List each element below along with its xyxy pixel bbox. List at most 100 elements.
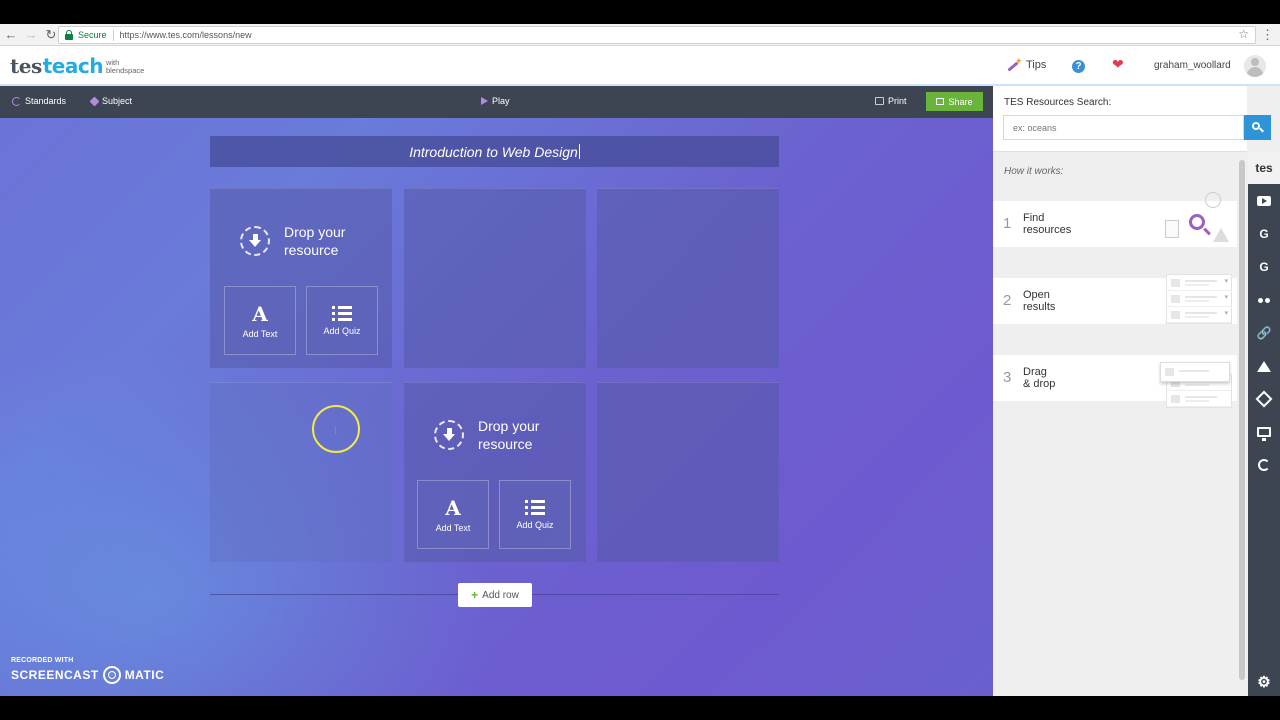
link-icon[interactable]: 🔗 xyxy=(1248,317,1280,349)
browser-toolbar: ← → ↻ Secure https://www.tes.com/lessons… xyxy=(0,24,1280,46)
address-bar[interactable]: Secure https://www.tes.com/lessons/new ☆ xyxy=(58,26,1256,44)
url-text[interactable]: https://www.tes.com/lessons/new xyxy=(120,30,252,40)
watermark-screencast: SCREENCAST xyxy=(11,668,99,682)
bookmark-star-icon[interactable]: ☆ xyxy=(1238,27,1249,41)
lesson-editor: Standards Subject Play Print Share Intro… xyxy=(0,86,993,696)
print-button[interactable]: Print xyxy=(875,96,907,106)
resources-panel: TES Resources Search: How it works: 1 Fi… xyxy=(993,86,1280,696)
subject-button[interactable]: Subject xyxy=(89,96,133,106)
step-text: Find resources xyxy=(1023,212,1072,236)
youtube-icon[interactable] xyxy=(1248,185,1280,217)
avatar[interactable] xyxy=(1244,55,1266,77)
source-icon-rail: tes G G 🔗 ⚙ xyxy=(1248,152,1280,696)
logo-with-blendspace: with blendspace xyxy=(106,59,144,75)
share-icon xyxy=(936,98,945,105)
clever-icon[interactable] xyxy=(1248,449,1280,481)
text-a-icon: A xyxy=(445,495,461,520)
print-label: Print xyxy=(888,96,907,106)
panel-scrollbar-thumb[interactable] xyxy=(1239,160,1245,680)
download-arrow-icon xyxy=(240,226,270,256)
plus-icon: + xyxy=(471,588,479,602)
gear-icon[interactable]: ⚙ xyxy=(1248,666,1280,698)
forward-arrow-icon[interactable]: → xyxy=(22,26,40,44)
app-header: tes teach with blendspace ✦ Tips ? ❤ grah… xyxy=(0,46,1280,86)
standards-icon xyxy=(12,96,21,106)
tile-4[interactable] xyxy=(210,382,392,562)
heart-icon[interactable]: ❤ xyxy=(1112,56,1124,73)
tile-6[interactable] xyxy=(597,382,779,562)
url-separator xyxy=(112,29,114,41)
lesson-title-field[interactable]: Introduction to Web Design xyxy=(210,136,779,167)
magic-wand-icon: ✦ xyxy=(1005,56,1023,72)
tips-link[interactable]: ✦ Tips xyxy=(1005,56,1046,72)
step-text: Open results xyxy=(1023,289,1056,313)
step-text: Drag & drop xyxy=(1023,366,1056,390)
flickr-icon[interactable] xyxy=(1248,284,1280,316)
add-quiz-button[interactable]: Add Quiz xyxy=(499,480,571,549)
share-button[interactable]: Share xyxy=(926,92,983,111)
browser-menu-icon[interactable]: ⋮ xyxy=(1261,27,1274,43)
tes-teach-logo[interactable]: tes teach with blendspace xyxy=(10,54,144,78)
add-text-label: Add Text xyxy=(242,328,278,339)
drop-zone[interactable]: Drop your resource xyxy=(240,223,374,259)
screencast-logo-icon xyxy=(102,666,121,684)
drop-zone[interactable]: Drop your resource xyxy=(434,417,568,453)
search-icon xyxy=(1252,122,1264,133)
username[interactable]: graham_woollard xyxy=(1154,60,1231,71)
help-icon[interactable]: ? xyxy=(1072,60,1085,73)
play-icon xyxy=(481,97,488,105)
secure-label: Secure xyxy=(78,30,107,40)
resources-search-input[interactable] xyxy=(1003,115,1244,140)
search-header: TES Resources Search: xyxy=(993,86,1271,152)
printer-icon xyxy=(875,97,884,105)
tile-3[interactable] xyxy=(597,188,779,368)
add-quiz-button[interactable]: Add Quiz xyxy=(306,286,378,355)
how-it-works-label: How it works: xyxy=(1004,166,1064,177)
standards-button[interactable]: Standards xyxy=(12,96,66,106)
standards-label: Standards xyxy=(25,96,67,106)
search-button[interactable] xyxy=(1244,115,1271,140)
google-search-icon[interactable]: G xyxy=(1248,218,1280,250)
lesson-title[interactable]: Introduction to Web Design xyxy=(409,144,578,160)
add-text-button[interactable]: A Add Text xyxy=(224,286,296,355)
back-arrow-icon[interactable]: ← xyxy=(2,26,20,44)
cursor-highlight-ring xyxy=(312,405,360,453)
google-drive-icon[interactable] xyxy=(1248,350,1280,382)
text-caret xyxy=(578,144,580,159)
text-a-icon: A xyxy=(252,301,268,326)
screencast-watermark: RECORDED WITH SCREENCAST MATIC xyxy=(11,657,164,684)
logo-blendspace-text: blendspace xyxy=(105,66,145,75)
find-resources-illustration xyxy=(1165,190,1233,258)
watermark-matic: MATIC xyxy=(124,668,165,682)
tile-2[interactable] xyxy=(404,188,586,368)
list-icon xyxy=(332,305,352,322)
dropbox-icon[interactable] xyxy=(1248,383,1280,415)
bottom-black-band xyxy=(0,696,1280,720)
results-list-illustration: ▾ ▾ ▾ xyxy=(1166,274,1232,324)
drop-text: Drop your resource xyxy=(284,224,346,258)
add-text-label: Add Text xyxy=(435,522,471,533)
text-cursor-icon xyxy=(335,426,336,434)
list-icon xyxy=(525,499,545,516)
play-button[interactable]: Play xyxy=(481,96,510,106)
add-row-button[interactable]: + Add row xyxy=(458,583,532,607)
lock-icon xyxy=(64,30,74,40)
tes-source-label: tes xyxy=(1255,161,1273,175)
tile-5[interactable]: Drop your resource A Add Text Add Quiz xyxy=(404,382,586,562)
play-label: Play xyxy=(492,96,510,106)
add-text-button[interactable]: A Add Text xyxy=(417,480,489,549)
search-label: TES Resources Search: xyxy=(1004,97,1112,108)
drop-text: Drop your resource xyxy=(478,418,540,452)
step-number: 1 xyxy=(1003,215,1012,232)
add-quiz-label: Add Quiz xyxy=(516,519,554,530)
google-images-icon[interactable]: G xyxy=(1248,251,1280,283)
add-quiz-label: Add Quiz xyxy=(323,325,361,336)
computer-upload-icon[interactable] xyxy=(1248,416,1280,448)
step-number: 3 xyxy=(1003,369,1012,386)
watermark-recorded-with: RECORDED WITH xyxy=(11,657,74,664)
tile-1[interactable]: Drop your resource A Add Text Add Quiz xyxy=(210,188,392,368)
tes-source-tab[interactable]: tes xyxy=(1248,152,1280,184)
subject-label: Subject xyxy=(102,96,133,106)
step-number: 2 xyxy=(1003,292,1012,309)
logo-tes-text: tes xyxy=(10,54,42,78)
